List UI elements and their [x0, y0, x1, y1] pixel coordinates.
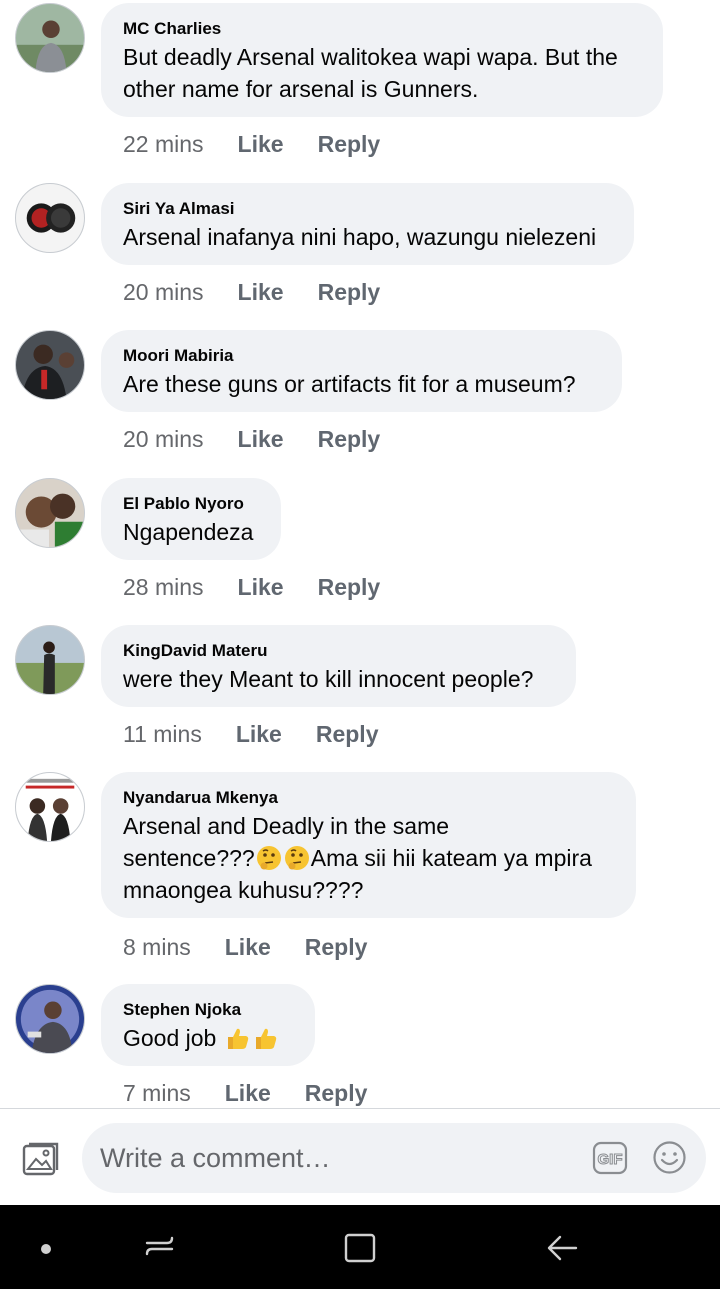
comment-actions: 7 mins Like Reply [123, 1078, 367, 1108]
reply-button[interactable]: Reply [318, 277, 381, 307]
comment-actions: 22 mins Like Reply [123, 129, 380, 159]
comment-text-part: Good job [123, 1025, 223, 1051]
comment-time[interactable]: 7 mins [123, 1078, 191, 1108]
thumbs-up-icon [255, 1028, 276, 1049]
back-icon[interactable] [542, 1227, 582, 1267]
comment-item: El Pablo Nyoro Ngapendeza 28 mins Like R… [0, 478, 720, 608]
comment-text-part: sentence??? [123, 845, 255, 871]
avatar[interactable] [15, 330, 85, 400]
comment-bubble: Moori Mabiria Are these guns or artifact… [101, 330, 622, 412]
thinking-face-icon [284, 846, 309, 870]
comment-bubble: Stephen Njoka Good job [101, 984, 315, 1066]
comment-text: Are these guns or artifacts fit for a mu… [123, 371, 576, 397]
thinking-face-icon [256, 846, 281, 870]
smiley-icon[interactable] [652, 1140, 687, 1175]
comment-input[interactable] [100, 1123, 580, 1193]
comment-author[interactable]: Stephen Njoka [123, 998, 293, 1022]
comment-time[interactable]: 22 mins [123, 129, 204, 159]
avatar[interactable] [15, 183, 85, 253]
reply-button[interactable]: Reply [316, 719, 379, 749]
like-button[interactable]: Like [238, 129, 284, 159]
comment-time[interactable]: 8 mins [123, 932, 191, 962]
like-button[interactable]: Like [238, 277, 284, 307]
reply-button[interactable]: Reply [318, 572, 381, 602]
system-nav-bar [0, 1205, 720, 1289]
comment-bubble: Nyandarua Mkenya Arsenal and Deadly in t… [101, 772, 636, 918]
avatar[interactable] [15, 984, 85, 1054]
comment-text: Good job [123, 1022, 293, 1054]
gif-icon[interactable]: GIF [592, 1141, 628, 1175]
avatar[interactable] [15, 3, 85, 73]
reply-button[interactable]: Reply [305, 1078, 368, 1108]
comment-text: were they Meant to kill innocent people? [123, 666, 534, 692]
comment-text-part: Ama sii hii kateam ya mpira [310, 845, 592, 871]
reply-button[interactable]: Reply [305, 932, 368, 962]
comment-actions: 20 mins Like Reply [123, 277, 380, 307]
comment-item: Moori Mabiria Are these guns or artifact… [0, 330, 720, 460]
comment-time[interactable]: 11 mins [123, 719, 202, 749]
comment-bubble: Siri Ya Almasi Arsenal inafanya nini hap… [101, 183, 634, 265]
gif-label: GIF [598, 1151, 623, 1168]
comment-text: other name for arsenal is Gunners. [123, 76, 479, 102]
comment-bubble: El Pablo Nyoro Ngapendeza [101, 478, 281, 560]
thumbs-up-icon [227, 1028, 248, 1049]
comment-actions: 11 mins Like Reply [123, 719, 379, 749]
comment-text: Arsenal inafanya nini hapo, wazungu niel… [123, 224, 597, 250]
comment-item: KingDavid Materu were they Meant to kill… [0, 625, 720, 755]
comment-bubble: KingDavid Materu were they Meant to kill… [101, 625, 576, 707]
comment-time[interactable]: 28 mins [123, 572, 204, 602]
photo-icon[interactable] [20, 1139, 60, 1179]
comment-author[interactable]: KingDavid Materu [123, 639, 554, 663]
comment-list[interactable]: MC Charlies But deadly Arsenal walitokea… [0, 0, 720, 1108]
like-button[interactable]: Like [236, 719, 282, 749]
dot-icon[interactable] [36, 1227, 56, 1267]
comment-author[interactable]: Siri Ya Almasi [123, 197, 612, 221]
comment-time[interactable]: 20 mins [123, 424, 204, 454]
comment-author[interactable]: Moori Mabiria [123, 344, 600, 368]
recent-apps-icon[interactable] [140, 1227, 180, 1267]
avatar[interactable] [15, 772, 85, 842]
like-button[interactable]: Like [238, 572, 284, 602]
like-button[interactable]: Like [238, 424, 284, 454]
comment-item: MC Charlies But deadly Arsenal walitokea… [0, 3, 720, 173]
comment-text: mnaongea kuhusu???? [123, 877, 364, 903]
like-button[interactable]: Like [225, 1078, 271, 1108]
comment-actions: 8 mins Like Reply [123, 932, 367, 962]
comment-actions: 28 mins Like Reply [123, 572, 380, 602]
avatar[interactable] [15, 478, 85, 548]
comment-time[interactable]: 20 mins [123, 277, 204, 307]
reply-button[interactable]: Reply [318, 424, 381, 454]
comment-item: Stephen Njoka Good job 7 mins Like Reply [0, 984, 720, 1108]
comment-item: Nyandarua Mkenya Arsenal and Deadly in t… [0, 772, 720, 972]
comment-bubble: MC Charlies But deadly Arsenal walitokea… [101, 3, 663, 117]
avatar[interactable] [15, 625, 85, 695]
comment-author[interactable]: MC Charlies [123, 17, 641, 41]
comment-text: Arsenal and Deadly in the same [123, 813, 450, 839]
comment-text: But deadly Arsenal walitokea wapi wapa. … [123, 44, 618, 70]
comment-composer: GIF [0, 1108, 720, 1205]
reply-button[interactable]: Reply [318, 129, 381, 159]
comment-author[interactable]: El Pablo Nyoro [123, 492, 259, 516]
like-button[interactable]: Like [225, 932, 271, 962]
comment-actions: 20 mins Like Reply [123, 424, 380, 454]
comment-text: sentence??? Ama sii hii kateam ya mpira [123, 842, 614, 874]
comment-text: Ngapendeza [123, 519, 254, 545]
comment-author[interactable]: Nyandarua Mkenya [123, 786, 614, 810]
comment-box: GIF [82, 1123, 706, 1193]
home-icon[interactable] [340, 1227, 380, 1267]
comment-item: Siri Ya Almasi Arsenal inafanya nini hap… [0, 183, 720, 313]
